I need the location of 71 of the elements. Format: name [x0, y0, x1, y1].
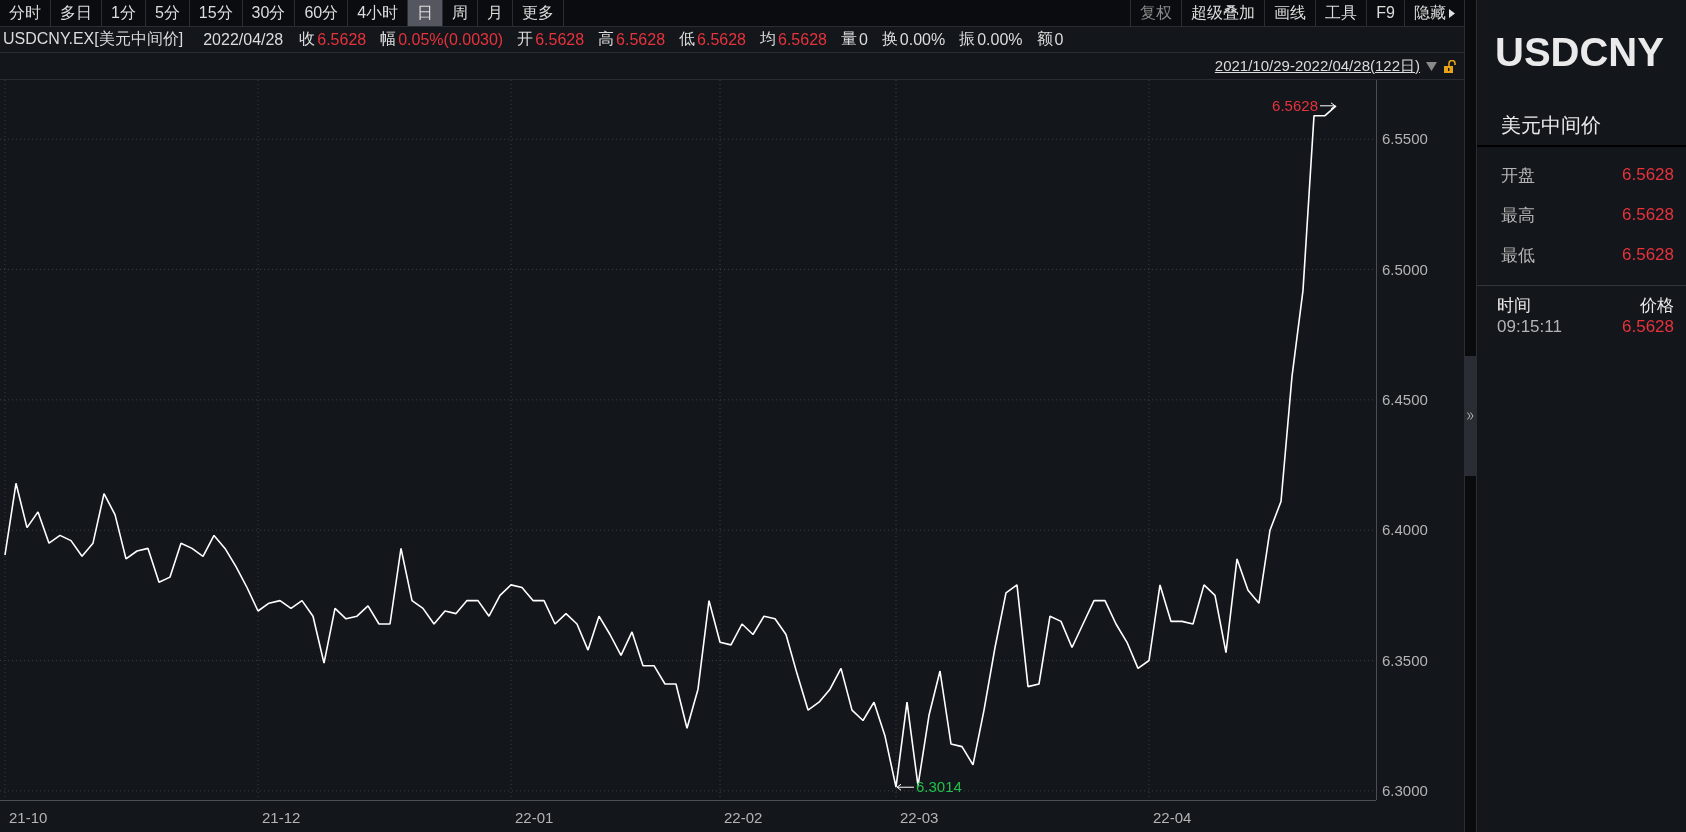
x-tick-label: 22-02 — [724, 809, 763, 826]
stat-label: 最低 — [1501, 244, 1535, 267]
field-value: 0.00% — [899, 30, 946, 49]
field-label: 低 — [679, 29, 696, 49]
field-label: 换 — [881, 29, 898, 49]
field-label: 高 — [598, 29, 615, 49]
period-tab[interactable]: 分时 — [0, 0, 51, 26]
max-value-label: 6.5628 — [1272, 96, 1318, 114]
field-value: 6.5628 — [778, 30, 827, 49]
x-tick-label: 22-01 — [515, 809, 554, 826]
field-label: 额 — [1036, 29, 1053, 49]
field-value: 6.5628 — [616, 30, 666, 49]
field-value: 6.5628 — [535, 30, 585, 49]
y-tick-label: 6.5500 — [1382, 130, 1428, 149]
x-tick-label: 21-10 — [9, 809, 48, 826]
field-value: 0 — [1054, 30, 1064, 49]
field-label: 均 — [760, 29, 776, 49]
quote-date: 2022/04/28 — [203, 30, 284, 49]
x-tick-label: 22-03 — [900, 809, 939, 826]
tool-button[interactable]: 工具 — [1315, 0, 1367, 26]
period-tab[interactable]: 多日 — [51, 0, 102, 26]
tick-price: 6.5628 — [1622, 317, 1674, 337]
lock-icon[interactable] — [1443, 59, 1456, 73]
field-value: 0.05%(0.0030) — [398, 30, 504, 49]
field-value: 0 — [858, 30, 868, 49]
period-tab[interactable]: 月 — [478, 0, 514, 26]
tool-button[interactable]: F9 — [1366, 0, 1404, 26]
tool-button[interactable]: 超级叠加 — [1181, 0, 1265, 26]
period-tab[interactable]: 周 — [443, 0, 479, 26]
y-tick-label: 6.3500 — [1382, 651, 1428, 670]
tool-button[interactable]: 画线 — [1264, 0, 1316, 26]
field-label: 幅 — [380, 29, 397, 49]
column-header: 价格 — [1640, 295, 1674, 317]
stat-value: 6.5628 — [1622, 165, 1674, 185]
period-tab[interactable]: 日 — [408, 0, 444, 26]
field-value: 0.00% — [977, 30, 1023, 49]
stat-value: 6.5628 — [1622, 205, 1674, 225]
min-value-label: 6.3014 — [916, 778, 962, 796]
dropdown-triangle-icon[interactable] — [1426, 61, 1437, 71]
min-arrow — [896, 783, 915, 791]
panel-title: USDCNY — [1494, 30, 1665, 76]
field-value: 6.5628 — [317, 30, 367, 49]
x-tick-label: 21-12 — [262, 809, 301, 826]
panel-subtitle: 美元中间价 — [1477, 104, 1686, 147]
y-tick-label: 6.4000 — [1382, 521, 1428, 540]
double-chevron-icon — [1467, 412, 1474, 420]
column-header: 时间 — [1497, 295, 1531, 317]
symbol-label: USDCNY.EX[美元中间价] — [3, 29, 184, 49]
period-tab[interactable]: 15分 — [189, 0, 243, 26]
collapse-handle[interactable] — [1465, 356, 1476, 476]
tick-time: 09:15:11 — [1497, 317, 1562, 337]
period-tab[interactable]: 60分 — [295, 0, 349, 26]
stat-label: 开盘 — [1501, 164, 1535, 187]
stat-label: 最高 — [1501, 204, 1535, 227]
field-label: 收 — [299, 29, 316, 49]
field-label: 开 — [517, 29, 534, 49]
y-tick-label: 6.4500 — [1382, 390, 1428, 409]
field-value: 6.5628 — [697, 30, 746, 49]
stat-value: 6.5628 — [1622, 245, 1674, 265]
field-label: 量 — [840, 29, 857, 49]
field-label: 振 — [959, 29, 976, 49]
y-tick-label: 6.5000 — [1382, 260, 1428, 279]
period-tab[interactable]: 30分 — [242, 0, 296, 26]
date-range-link[interactable]: 2021/10/29-2022/04/28(122日) — [1214, 56, 1420, 76]
period-tab[interactable]: 1分 — [102, 0, 146, 26]
x-tick-label: 22-04 — [1153, 809, 1192, 826]
period-tab[interactable]: 更多 — [513, 0, 565, 26]
triangle-right-icon — [1449, 8, 1455, 18]
y-tick-label: 6.3000 — [1382, 781, 1428, 800]
max-arrow — [1319, 102, 1336, 110]
period-tab[interactable]: 5分 — [145, 0, 190, 26]
